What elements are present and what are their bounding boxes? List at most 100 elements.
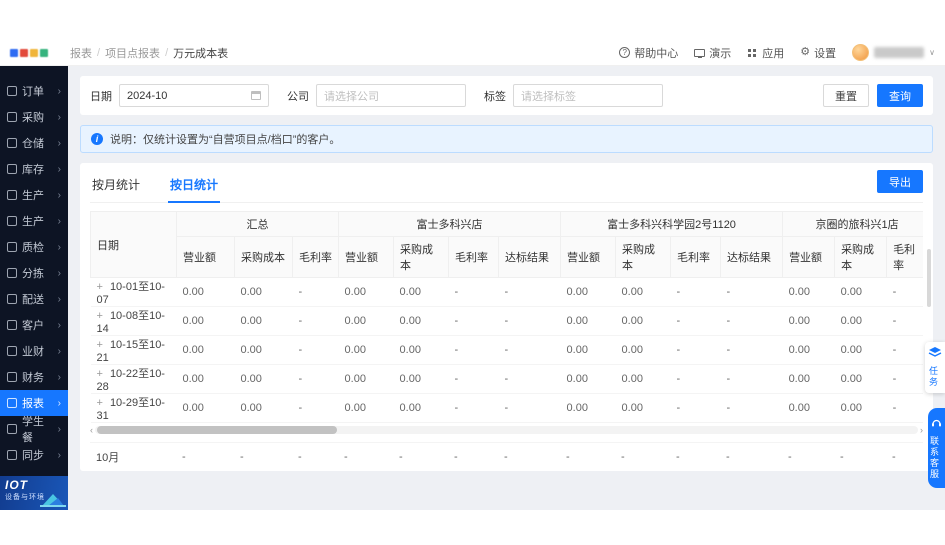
cell-value: - — [720, 277, 783, 307]
total-cell-value: - — [338, 442, 393, 471]
chevron-right-icon: › — [57, 449, 61, 461]
chevron-right-icon: › — [57, 423, 61, 435]
company-select[interactable]: 请选择公司 — [316, 84, 466, 107]
sidebar-item-仓储[interactable]: 仓储 › — [0, 130, 68, 156]
cell-value: 0.00 — [393, 335, 449, 365]
cell-value: 0.00 — [560, 364, 616, 394]
reset-button[interactable]: 重置 — [823, 84, 869, 107]
info-icon: i — [91, 133, 103, 145]
total-row-wrap: 10月 - - - - - - - - - - - - - - — [90, 442, 923, 471]
cell-value: - — [292, 393, 339, 423]
expand-icon[interactable]: + — [97, 397, 103, 409]
topbar-actions-area: ? 帮助中心 演示 应用 ⚙ 设置 ∨ — [619, 44, 935, 61]
cell-value: - — [448, 306, 499, 336]
sidebar-item-生产[interactable]: 生产 › — [0, 208, 68, 234]
iot-logo: IOT 设备与环境 — [0, 476, 68, 510]
sidebar-item-同步[interactable]: 同步 › — [0, 442, 68, 468]
cell-value: - — [498, 335, 561, 365]
tag-select-placeholder: 请选择标签 — [521, 90, 576, 103]
cell-value: - — [498, 393, 561, 423]
breadcrumb-item[interactable]: 报表 — [70, 45, 92, 61]
export-button[interactable]: 导出 — [877, 170, 923, 193]
table-row: +10-01至10-07 0.00 0.00-0.00 0.00- -0.00 0.00-… — [90, 277, 923, 307]
total-row-label: 10月 — [90, 442, 176, 471]
cell-value: 0.00 — [393, 277, 449, 307]
scroll-left-icon[interactable]: ‹ — [90, 426, 93, 435]
chevron-right-icon: › — [57, 293, 61, 305]
sidebar-item-学生餐[interactable]: 学生餐 › — [0, 416, 68, 444]
expand-icon[interactable]: + — [97, 368, 103, 380]
row-date: 10-22至10-28 — [96, 368, 165, 393]
row-date: 10-15至10-21 — [96, 339, 165, 364]
breadcrumb: 报表 / 项目点报表 / 万元成本表 — [70, 45, 228, 61]
cell-value: 0.00 — [176, 393, 235, 423]
sidebar-item-财务[interactable]: 财务 › — [0, 364, 68, 390]
task-float-button[interactable]: 任务 — [925, 342, 945, 393]
chevron-right-icon: › — [57, 215, 61, 227]
cell-value: - — [448, 364, 499, 394]
expand-icon[interactable]: + — [97, 339, 103, 351]
tab-monthly[interactable]: 按月统计 — [90, 169, 142, 202]
topbar-action-label: 设置 — [814, 47, 837, 60]
sidebar-item-订单[interactable]: 订单 › — [0, 78, 68, 104]
scroll-right-icon[interactable]: › — [920, 426, 923, 435]
total-cell-value: - — [498, 442, 560, 471]
expand-icon[interactable]: + — [97, 281, 103, 293]
cell-value: 0.00 — [234, 335, 293, 365]
menu-icon — [7, 450, 17, 460]
tag-select[interactable]: 请选择标签 — [513, 84, 663, 107]
menu-icon — [7, 112, 17, 122]
sidebar-item-业财[interactable]: 业财 › — [0, 338, 68, 364]
total-cell-value: - — [393, 442, 448, 471]
cell-value: 0.00 — [615, 335, 671, 365]
breadcrumb-item[interactable]: 项目点报表 — [105, 45, 160, 61]
cell-value: - — [886, 306, 923, 336]
row-date-cell: +10-01至10-07 — [90, 277, 177, 307]
cell-value: - — [670, 277, 721, 307]
sidebar-item-库存[interactable]: 库存 › — [0, 156, 68, 182]
sidebar-item-采购[interactable]: 采购 › — [0, 104, 68, 130]
date-input[interactable]: 2024-10 — [119, 84, 269, 107]
sidebar-item-配送[interactable]: 配送 › — [0, 286, 68, 312]
cell-value: 0.00 — [834, 306, 887, 336]
chevron-right-icon: › — [57, 137, 61, 149]
breadcrumb-separator: / — [165, 46, 169, 59]
notice-text: 说明：仅统计设置为“自营项目点/档口”的客户。 — [110, 134, 341, 146]
vertical-scrollbar[interactable] — [927, 249, 931, 307]
col-header: 采购成本 — [234, 236, 293, 278]
col-header-date: 日期 — [90, 211, 177, 278]
menu-icon — [7, 190, 17, 200]
avatar[interactable] — [852, 44, 870, 61]
company-filter: 公司 请选择公司 — [287, 84, 466, 107]
expand-icon[interactable]: + — [97, 310, 103, 322]
topbar-action-3[interactable]: 应用 — [747, 45, 784, 61]
group-header: 富士多科兴科学园2号1120 — [560, 211, 784, 237]
cell-value: 0.00 — [234, 393, 293, 423]
support-float-button[interactable]: 联系客服 — [928, 408, 945, 488]
sidebar-item-客户[interactable]: 客户 › — [0, 312, 68, 338]
cell-value: 0.00 — [782, 335, 835, 365]
sidebar-item-分拣[interactable]: 分拣 › — [0, 260, 68, 286]
topbar-action-4[interactable]: ⚙ 设置 — [800, 45, 836, 61]
menu-icon — [7, 138, 17, 148]
topbar-action-2[interactable]: 演示 — [694, 45, 731, 61]
search-button[interactable]: 查询 — [877, 84, 923, 107]
sidebar-item-生产[interactable]: 生产 › — [0, 182, 68, 208]
chevron-right-icon: › — [57, 189, 61, 201]
cell-value: 0.00 — [560, 277, 616, 307]
topbar-action-1[interactable]: ? 帮助中心 — [619, 45, 678, 61]
horizontal-scrollbar[interactable] — [95, 426, 918, 434]
logo-square-green — [40, 48, 48, 57]
cell-value: 0.00 — [782, 393, 835, 423]
row-date: 10-29至10-31 — [96, 397, 165, 422]
cell-value: - — [886, 335, 923, 365]
total-cell-value: - — [720, 442, 782, 471]
total-cell-value: - — [560, 442, 615, 471]
tab-daily[interactable]: 按日统计 — [168, 169, 221, 203]
calendar-icon — [251, 91, 261, 100]
user-menu[interactable]: ∨ — [852, 44, 935, 61]
horizontal-scrollbar-thumb[interactable] — [97, 426, 337, 434]
cell-value: 0.00 — [393, 393, 449, 423]
total-cell-value: - — [234, 442, 292, 471]
sidebar-item-质检[interactable]: 质检 › — [0, 234, 68, 260]
